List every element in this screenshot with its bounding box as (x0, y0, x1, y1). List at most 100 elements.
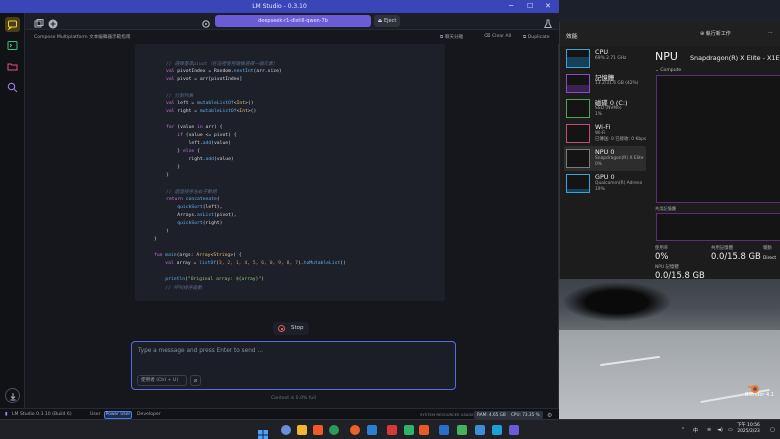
folder-icon[interactable] (33, 15, 45, 28)
wifi-icon[interactable]: ≋ (707, 427, 711, 433)
code-line: // 遞迴排序左右子數組 (166, 190, 217, 195)
chat-icon[interactable] (5, 17, 20, 32)
message-input[interactable]: Type a message and press Enter to send .… (131, 341, 456, 390)
npu-thumb (566, 149, 590, 168)
code-line: for (value in arr) { (166, 125, 223, 130)
duplicate-button[interactable]: ⧉ Duplicate (523, 34, 550, 40)
developer-icon[interactable] (5, 38, 20, 53)
start-icon[interactable] (258, 425, 268, 439)
split-label: 聊天分離 (444, 35, 464, 40)
file-explorer-icon[interactable] (297, 425, 307, 435)
resource-item-disk[interactable]: 磁碟 0 (C:) SSD (NVMe) 1% (564, 96, 646, 121)
stop-button[interactable]: Stop (273, 322, 309, 335)
stop-icon (278, 325, 285, 332)
app-azure-icon[interactable] (475, 425, 485, 435)
npu-detail: NPU Snapdragon(R) X Elite - X1E78 ⌄ Comp… (649, 46, 780, 280)
resource-item-gpu[interactable]: GPU 0 Qualcomm(R) Adreno 19% (564, 171, 646, 196)
more-options-icon[interactable]: ⋯ (768, 30, 773, 36)
performance-title: 效能 (566, 34, 578, 40)
gpu-thumb (566, 174, 590, 193)
lmstudio-taskbar-icon[interactable] (509, 425, 519, 435)
ram-usage: RAM: 4.65 GB (474, 410, 509, 419)
cpu-usage: CPU: 73.35 % (508, 410, 543, 419)
task-manager-window: 效能 ⊕ 執行新工作 ⋯ CPU 69% 2.71 GHz 記憶體 13.2/3… (559, 22, 780, 280)
code-block: // 選擇基準pivot（在這裡使用隨機選擇一個元素） val pivotInde… (135, 44, 445, 301)
mode-developer[interactable]: Developer (137, 412, 161, 417)
resource-item-memory[interactable]: 記憶體 13.2/31.6 GB (42%) (564, 71, 646, 96)
resource-sub: SSD (NVMe) 1% (595, 106, 622, 117)
disk-thumb (566, 99, 590, 118)
code-line: println("Original array: ${array}") (154, 277, 265, 282)
clear-all-button[interactable]: ⌫ Clear All (484, 34, 511, 39)
battery-icon[interactable]: ▭ (728, 427, 733, 433)
titlebar[interactable]: LM Studio - 0.3.10 ─ ☐ ✕ (0, 0, 559, 13)
clock[interactable]: 下午 10:56 2025/2/23 (737, 423, 760, 434)
app-red-icon[interactable] (387, 425, 397, 435)
resource-item-wifi[interactable]: Wi-Fi Wi-Fi 已傳送: 0 已接收: 0 Kbps (564, 121, 646, 146)
app-blue-icon[interactable] (439, 425, 449, 435)
driver-label: 驅動 (763, 246, 772, 251)
code-line: if (value <= pivot) { (166, 133, 237, 138)
run-new-task-button[interactable]: ⊕ 執行新工作 (700, 30, 731, 37)
cpu-thumb (566, 49, 590, 68)
app-cyan-icon[interactable] (492, 425, 502, 435)
download-icon[interactable] (5, 388, 20, 403)
code-line: ) (166, 229, 169, 234)
firefox-icon[interactable] (350, 425, 360, 435)
status-bar: ▮ LM Studio 0.3.10 (Build 6) User Power … (0, 408, 559, 419)
mode-user[interactable]: User (90, 412, 100, 417)
models-folder-icon[interactable] (5, 59, 20, 74)
gpu-thumb-fill (567, 188, 589, 192)
notification-icon[interactable]: ▢ (770, 427, 775, 433)
volume-icon[interactable]: ◄) (717, 427, 723, 433)
resource-sub: 69% 2.71 GHz (595, 56, 627, 61)
resource-item-npu[interactable]: NPU 0 Snapdragon(R) X Elite 0% (564, 146, 646, 171)
code-line: right.add(value) (166, 157, 234, 162)
app-grid-icon[interactable] (457, 425, 467, 435)
role-selector[interactable]: 使用者 (Ctrl + U) (137, 375, 187, 386)
split-button[interactable]: ⧉ 聊天分離 (440, 34, 463, 40)
eject-button[interactable]: ⏏ Eject (374, 15, 400, 27)
resource-sub: Qualcomm(R) Adreno 19% (595, 181, 643, 192)
resource-name: CPU (595, 48, 608, 56)
code-line: quickSort(left), (166, 205, 223, 210)
chat-name[interactable]: Compose Multiplatform 文本編輯器示範指南 (34, 34, 130, 40)
resource-item-cpu[interactable]: CPU 69% 2.71 GHz (564, 46, 646, 71)
maximize-icon[interactable]: ☐ (527, 2, 533, 10)
model-selector[interactable]: deepseek-r1-distill-qwen-7b (215, 15, 371, 27)
tray-chevron-icon[interactable]: ⌃ (681, 427, 685, 433)
vscode-icon[interactable] (367, 425, 377, 435)
app-version: LM Studio 0.3.10 (Build 6) (12, 411, 72, 417)
code-line: left.add(value) (166, 141, 231, 146)
mode-power-user[interactable]: Power User (104, 410, 132, 419)
resource-name: Wi-Fi (595, 123, 611, 131)
new-chat-icon[interactable] (47, 15, 59, 29)
npu-mem-value: 0.0/15.8 GB (655, 270, 705, 280)
app-orange-icon[interactable] (419, 425, 429, 435)
edge-icon[interactable] (329, 425, 339, 435)
clock-time: 下午 10:56 (737, 423, 760, 428)
minimize-icon[interactable]: ─ (509, 2, 513, 10)
clock-date: 2025/2/23 (737, 428, 760, 434)
code-line: } else { (166, 149, 200, 154)
settings-icon[interactable] (200, 15, 212, 28)
brave-icon[interactable] (313, 425, 323, 435)
code-line: } (166, 165, 181, 170)
task-manager-header: 效能 ⊕ 執行新工作 ⋯ (560, 22, 780, 46)
copilot-icon[interactable] (281, 425, 291, 435)
compute-label-text: Compute (660, 68, 682, 73)
attach-icon[interactable]: ⌀ (190, 375, 201, 386)
driver-value: Direct (763, 256, 777, 261)
lang-indicator[interactable]: 中 (693, 427, 698, 434)
wifi-thumb (566, 124, 590, 143)
flask-icon[interactable] (542, 15, 554, 28)
wallpaper-car (562, 282, 672, 322)
discover-search-icon[interactable] (5, 80, 20, 95)
close-icon[interactable]: ✕ (545, 2, 551, 10)
shared-memory-graph (656, 213, 780, 241)
app-green-icon[interactable] (404, 425, 414, 435)
gear-icon[interactable]: ⚙ (547, 412, 552, 419)
